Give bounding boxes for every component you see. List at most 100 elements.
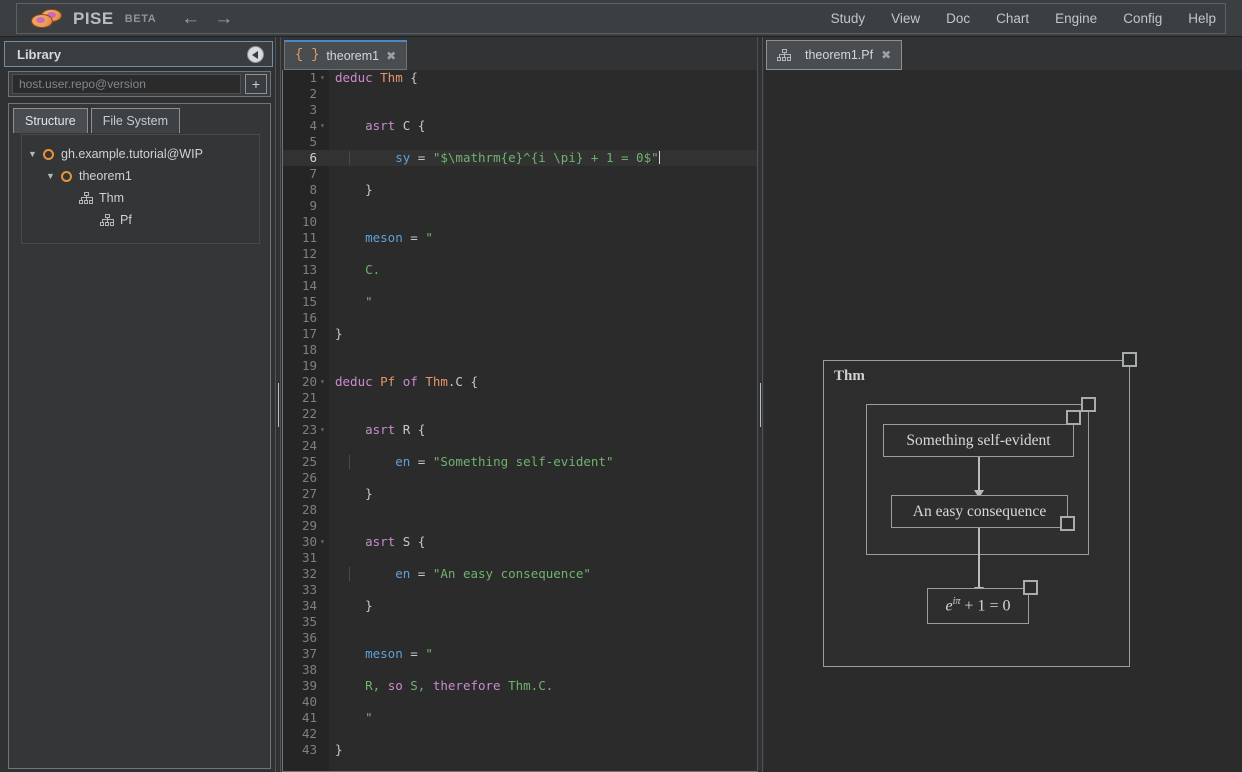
diagram-canvas[interactable]: Thm Something self-evident An easy conse… bbox=[764, 70, 1242, 772]
fold-toggle-icon[interactable]: ▾ bbox=[320, 534, 328, 550]
code-line[interactable]: 34 } bbox=[283, 598, 758, 614]
repo-search-input[interactable] bbox=[12, 74, 241, 94]
code-line[interactable]: 41 " bbox=[283, 710, 758, 726]
line-number: 36 bbox=[283, 630, 317, 646]
menu-item-doc[interactable]: Doc bbox=[946, 11, 970, 26]
line-number: 8 bbox=[283, 182, 317, 198]
line-number: 3 bbox=[283, 102, 317, 118]
code-line[interactable]: 40 bbox=[283, 694, 758, 710]
code-line[interactable]: 43} bbox=[283, 742, 758, 758]
code-token: meson bbox=[365, 646, 403, 661]
code-line[interactable]: 42 bbox=[283, 726, 758, 742]
fold-toggle-icon[interactable]: ▾ bbox=[320, 422, 328, 438]
code-editor[interactable]: 1▾deduc Thm {234▾ asrt C {56 sy = "$\mat… bbox=[282, 70, 758, 772]
nav-forward-icon[interactable]: → bbox=[214, 9, 233, 28]
tab-structure[interactable]: Structure bbox=[13, 108, 88, 133]
resize-handle-outer[interactable] bbox=[1122, 352, 1137, 367]
code-line[interactable]: 14 bbox=[283, 278, 758, 294]
code-line[interactable]: 36 bbox=[283, 630, 758, 646]
resize-handle-inner[interactable] bbox=[1081, 397, 1096, 412]
code-line[interactable]: 12 bbox=[283, 246, 758, 262]
code-line[interactable]: 25 en = "Something self-evident" bbox=[283, 454, 758, 470]
code-line[interactable]: 5 bbox=[283, 134, 758, 150]
code-line[interactable]: 16 bbox=[283, 310, 758, 326]
code-line[interactable]: 1▾deduc Thm { bbox=[283, 70, 758, 86]
code-line[interactable]: 4▾ asrt C { bbox=[283, 118, 758, 134]
diagram-tab-theorem1-pf[interactable]: theorem1.Pf ✖ bbox=[766, 40, 902, 70]
menu-item-config[interactable]: Config bbox=[1123, 11, 1162, 26]
code-line[interactable]: 2 bbox=[283, 86, 758, 102]
splitter-editor-diagram[interactable] bbox=[757, 37, 763, 772]
resize-handle-node2[interactable] bbox=[1060, 516, 1075, 531]
editor-tab-label: theorem1 bbox=[326, 49, 379, 63]
node-label: Something self-evident bbox=[906, 432, 1050, 450]
top-bar: PISE BETA ← → Study View Doc Chart Engin… bbox=[0, 0, 1242, 37]
close-icon[interactable]: ✖ bbox=[386, 49, 396, 63]
code-line[interactable]: 11 meson = " bbox=[283, 230, 758, 246]
tree-item-theorem1[interactable]: ▼ theorem1 bbox=[22, 165, 259, 187]
code-line[interactable]: 38 bbox=[283, 662, 758, 678]
splitter-library-editor[interactable] bbox=[275, 37, 281, 772]
code-line[interactable]: 37 meson = " bbox=[283, 646, 758, 662]
tree-item-repo[interactable]: ▼ gh.example.tutorial@WIP bbox=[22, 143, 259, 165]
code-token bbox=[335, 262, 365, 277]
code-line[interactable]: 21 bbox=[283, 390, 758, 406]
code-token bbox=[335, 294, 365, 309]
node-conclusion[interactable]: eiπ + 1 = 0 bbox=[927, 588, 1029, 624]
menu-item-help[interactable]: Help bbox=[1188, 11, 1216, 26]
node-self-evident[interactable]: Something self-evident bbox=[883, 424, 1074, 457]
code-line[interactable]: 31 bbox=[283, 550, 758, 566]
app-window: PISE BETA ← → Study View Doc Chart Engin… bbox=[0, 0, 1242, 772]
code-line[interactable]: 6 sy = "$\mathrm{e}^{i \pi} + 1 = 0$" bbox=[283, 150, 758, 166]
chevron-down-icon[interactable]: ▼ bbox=[46, 172, 58, 181]
menu-item-engine[interactable]: Engine bbox=[1055, 11, 1097, 26]
collapse-left-icon[interactable] bbox=[247, 46, 264, 63]
code-text: C. bbox=[335, 262, 380, 278]
fold-toggle-icon[interactable]: ▾ bbox=[320, 374, 328, 390]
code-line[interactable]: 23▾ asrt R { bbox=[283, 422, 758, 438]
fold-toggle-icon[interactable]: ▾ bbox=[320, 70, 328, 86]
code-line[interactable]: 35 bbox=[283, 614, 758, 630]
code-line[interactable]: 26 bbox=[283, 470, 758, 486]
code-line[interactable]: 15 " bbox=[283, 294, 758, 310]
code-token: meson bbox=[365, 230, 403, 245]
code-line[interactable]: 30▾ asrt S { bbox=[283, 534, 758, 550]
diagram-outer-label: Thm bbox=[834, 368, 865, 385]
code-line[interactable]: 39 R, so S, therefore Thm.C. bbox=[283, 678, 758, 694]
node-easy-consequence[interactable]: An easy consequence bbox=[891, 495, 1068, 528]
code-line[interactable]: 27 } bbox=[283, 486, 758, 502]
code-line[interactable]: 10 bbox=[283, 214, 758, 230]
resize-handle-node1[interactable] bbox=[1066, 410, 1081, 425]
code-line[interactable]: 29 bbox=[283, 518, 758, 534]
code-token: Pf bbox=[380, 374, 403, 389]
menu-item-view[interactable]: View bbox=[891, 11, 920, 26]
code-line[interactable]: 19 bbox=[283, 358, 758, 374]
code-line[interactable]: 8 } bbox=[283, 182, 758, 198]
chevron-down-icon[interactable]: ▼ bbox=[28, 150, 40, 159]
code-line[interactable]: 9 bbox=[283, 198, 758, 214]
tree-item-pf[interactable]: Pf bbox=[22, 209, 259, 231]
fold-toggle-icon[interactable]: ▾ bbox=[320, 118, 328, 134]
close-icon[interactable]: ✖ bbox=[881, 48, 891, 62]
code-line[interactable]: 32 en = "An easy consequence" bbox=[283, 566, 758, 582]
add-repo-button[interactable]: + bbox=[245, 74, 267, 94]
code-line[interactable]: 28 bbox=[283, 502, 758, 518]
code-line[interactable]: 24 bbox=[283, 438, 758, 454]
code-line[interactable]: 18 bbox=[283, 342, 758, 358]
resize-handle-conclusion[interactable] bbox=[1023, 580, 1038, 595]
code-line[interactable]: 13 C. bbox=[283, 262, 758, 278]
code-line[interactable]: 3 bbox=[283, 102, 758, 118]
menu-item-chart[interactable]: Chart bbox=[996, 11, 1029, 26]
tree-item-thm[interactable]: Thm bbox=[22, 187, 259, 209]
code-line[interactable]: 20▾deduc Pf of Thm.C { bbox=[283, 374, 758, 390]
code-token: = bbox=[410, 454, 433, 469]
code-line[interactable]: 33 bbox=[283, 582, 758, 598]
editor-tab-theorem1[interactable]: { } theorem1 ✖ bbox=[284, 40, 407, 70]
library-header: Library bbox=[4, 41, 273, 67]
menu-item-study[interactable]: Study bbox=[831, 11, 866, 26]
nav-back-icon[interactable]: ← bbox=[181, 9, 200, 28]
code-line[interactable]: 22 bbox=[283, 406, 758, 422]
tab-file-system[interactable]: File System bbox=[91, 108, 180, 133]
code-line[interactable]: 7 bbox=[283, 166, 758, 182]
code-line[interactable]: 17} bbox=[283, 326, 758, 342]
